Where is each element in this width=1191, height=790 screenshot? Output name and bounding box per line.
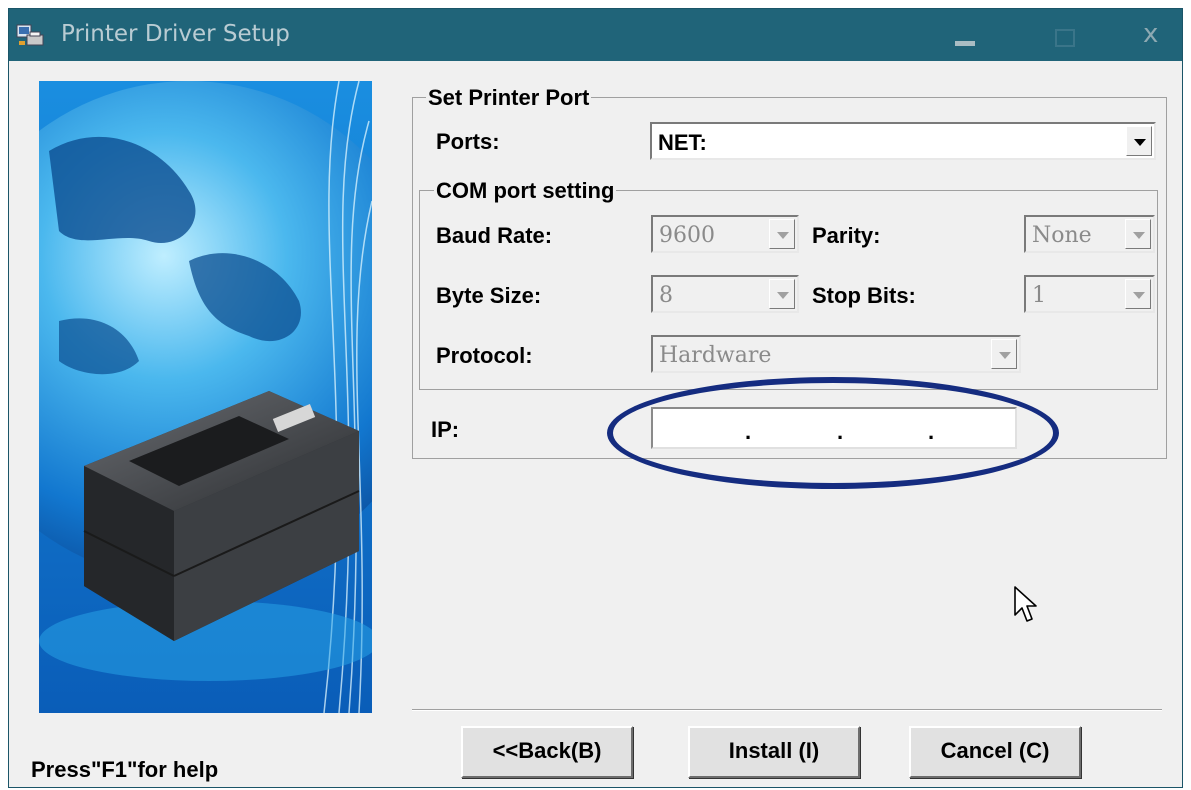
close-icon[interactable]: x xyxy=(1129,9,1177,61)
setup-window: Printer Driver Setup x Set Printer Port … xyxy=(8,8,1183,788)
wizard-banner-image xyxy=(39,81,372,713)
stop-bits-select[interactable]: 1 xyxy=(1024,275,1155,313)
setup-app-icon xyxy=(16,24,44,46)
minimize-icon[interactable] xyxy=(941,9,989,61)
parity-value: None xyxy=(1032,223,1092,248)
ports-value: NET: xyxy=(658,130,707,155)
protocol-label: Protocol: xyxy=(436,343,533,368)
chevron-down-icon[interactable] xyxy=(1126,126,1152,156)
ip-address-input[interactable]: . . . xyxy=(651,407,1017,449)
stop-bits-label: Stop Bits: xyxy=(812,283,916,308)
ip-separator: . xyxy=(928,419,935,444)
close-glyph: x xyxy=(1143,19,1159,49)
chevron-down-icon[interactable] xyxy=(769,219,795,249)
com-port-setting-label: COM port setting xyxy=(434,178,617,204)
baud-rate-value: 9600 xyxy=(659,223,715,248)
mouse-cursor-icon xyxy=(1014,586,1037,622)
chevron-down-icon[interactable] xyxy=(991,339,1017,369)
help-hint: Press"F1"for help xyxy=(31,757,219,782)
ports-label: Ports: xyxy=(436,129,500,154)
baud-rate-label: Baud Rate: xyxy=(436,223,553,248)
title-bar: Printer Driver Setup x xyxy=(9,9,1182,61)
stop-bits-value: 1 xyxy=(1032,283,1046,308)
chevron-down-icon[interactable] xyxy=(1125,219,1151,249)
ip-separator: . xyxy=(837,419,844,444)
byte-size-select[interactable]: 8 xyxy=(651,275,799,313)
byte-size-label: Byte Size: xyxy=(436,283,542,308)
ip-separator: . xyxy=(745,419,752,444)
install-button[interactable]: Install (I) xyxy=(688,726,860,778)
maximize-icon[interactable] xyxy=(1039,9,1087,61)
window-title: Printer Driver Setup xyxy=(61,21,290,47)
baud-rate-select[interactable]: 9600 xyxy=(651,215,799,253)
byte-size-value: 8 xyxy=(659,283,673,308)
protocol-value: Hardware xyxy=(659,343,772,368)
parity-label: Parity: xyxy=(812,223,881,248)
set-printer-port-label: Set Printer Port xyxy=(426,85,592,111)
back-button[interactable]: <<Back(B) xyxy=(461,726,633,778)
cancel-button[interactable]: Cancel (C) xyxy=(909,726,1081,778)
ports-select[interactable]: NET: xyxy=(650,122,1156,160)
protocol-select[interactable]: Hardware xyxy=(651,335,1021,373)
chevron-down-icon[interactable] xyxy=(1125,279,1151,309)
footer-separator xyxy=(412,709,1162,711)
parity-select[interactable]: None xyxy=(1024,215,1155,253)
ip-label: IP: xyxy=(431,417,460,442)
globe-printer-illustration xyxy=(39,81,372,713)
chevron-down-icon[interactable] xyxy=(769,279,795,309)
